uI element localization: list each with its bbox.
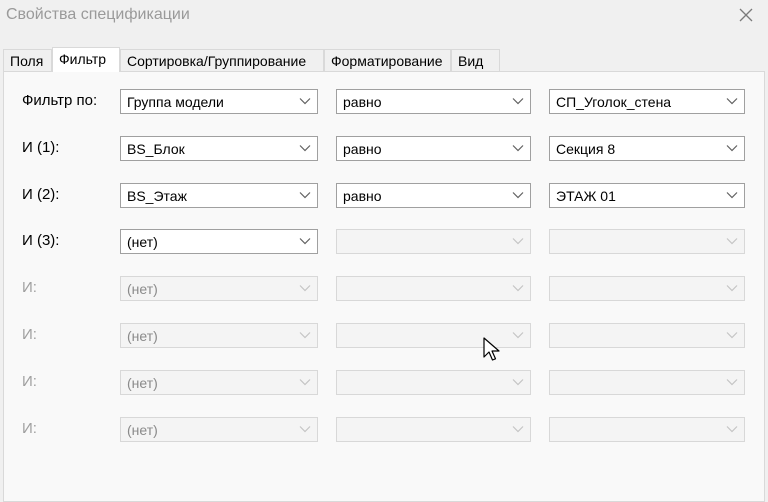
field-combo-value: (нет): [127, 281, 158, 297]
chevron-down-icon: [512, 238, 524, 245]
chevron-down-icon: [299, 285, 311, 292]
field-combo-value: BS_Этаж: [127, 188, 187, 204]
field-combo[interactable]: BS_Блок: [120, 136, 318, 161]
title-bar: Свойства спецификации: [0, 0, 768, 32]
filter-row-label: Фильтр по:: [22, 92, 98, 109]
chevron-down-icon: [726, 379, 738, 386]
operator-combo: [336, 229, 531, 254]
chevron-down-icon: [299, 238, 311, 245]
chevron-down-icon: [299, 379, 311, 386]
close-icon: [739, 8, 753, 22]
tab-label: Поля: [10, 53, 44, 69]
filter-row-label: И:: [22, 326, 37, 343]
value-combo[interactable]: Секция 8: [549, 136, 745, 161]
close-button[interactable]: [728, 0, 764, 30]
chevron-down-icon: [512, 379, 524, 386]
chevron-down-icon: [299, 332, 311, 339]
value-combo-value: СП_Уголок_стена: [556, 94, 672, 110]
value-combo[interactable]: СП_Уголок_стена: [549, 89, 745, 114]
chevron-down-icon: [512, 98, 524, 105]
operator-combo: [336, 323, 531, 348]
value-combo: [549, 229, 745, 254]
chevron-down-icon: [726, 98, 738, 105]
tab-strip: Поля Фильтр Сортировка/Группирование Фор…: [3, 47, 765, 72]
field-combo[interactable]: Группа модели: [120, 89, 318, 114]
tab-sorting-grouping[interactable]: Сортировка/Группирование: [120, 49, 324, 71]
value-combo-value: ЭТАЖ 01: [556, 188, 616, 204]
chevron-down-icon: [299, 98, 311, 105]
tab-label: Форматирование: [331, 53, 443, 69]
window-title: Свойства спецификации: [6, 6, 190, 23]
value-combo-value: Секция 8: [556, 141, 616, 157]
filter-row-label: И:: [22, 420, 37, 437]
tab-fields[interactable]: Поля: [3, 49, 52, 71]
chevron-down-icon: [726, 145, 738, 152]
chevron-down-icon: [726, 238, 738, 245]
mouse-cursor-icon: [483, 337, 500, 361]
operator-combo-value: равно: [343, 188, 382, 204]
operator-combo[interactable]: равно: [336, 136, 531, 161]
chevron-down-icon: [726, 192, 738, 199]
operator-combo-value: равно: [343, 141, 382, 157]
tab-label: Сортировка/Группирование: [127, 53, 307, 69]
chevron-down-icon: [512, 426, 524, 433]
filter-row-label: И:: [22, 373, 37, 390]
field-combo: (нет): [120, 370, 318, 395]
field-combo[interactable]: (нет): [120, 229, 318, 254]
chevron-down-icon: [726, 285, 738, 292]
chevron-down-icon: [726, 426, 738, 433]
filter-row-label: И (2):: [22, 186, 60, 203]
field-combo: (нет): [120, 276, 318, 301]
field-combo-value: (нет): [127, 422, 158, 438]
field-combo: (нет): [120, 417, 318, 442]
field-combo-value: (нет): [127, 234, 158, 250]
tab-view[interactable]: Вид: [451, 49, 500, 71]
operator-combo: [336, 276, 531, 301]
field-combo: (нет): [120, 323, 318, 348]
value-combo: [549, 323, 745, 348]
chevron-down-icon: [512, 332, 524, 339]
value-combo: [549, 370, 745, 395]
field-combo-value: (нет): [127, 375, 158, 391]
field-combo-value: Группа модели: [127, 94, 224, 110]
chevron-down-icon: [299, 426, 311, 433]
field-combo[interactable]: BS_Этаж: [120, 183, 318, 208]
operator-combo-value: равно: [343, 94, 382, 110]
filter-row-label: И (3):: [22, 232, 60, 249]
chevron-down-icon: [512, 192, 524, 199]
chevron-down-icon: [299, 145, 311, 152]
operator-combo[interactable]: равно: [336, 89, 531, 114]
field-combo-value: (нет): [127, 328, 158, 344]
chevron-down-icon: [299, 192, 311, 199]
operator-combo: [336, 370, 531, 395]
tab-formatting[interactable]: Форматирование: [324, 49, 451, 71]
tab-label: Фильтр: [59, 51, 107, 67]
value-combo[interactable]: ЭТАЖ 01: [549, 183, 745, 208]
operator-combo[interactable]: равно: [336, 183, 531, 208]
filter-row-label: И:: [22, 279, 37, 296]
operator-combo: [336, 417, 531, 442]
value-combo: [549, 417, 745, 442]
tab-label: Вид: [458, 53, 484, 69]
value-combo: [549, 276, 745, 301]
tab-filter[interactable]: Фильтр: [52, 47, 120, 72]
chevron-down-icon: [512, 285, 524, 292]
chevron-down-icon: [512, 145, 524, 152]
filter-row-label: И (1):: [22, 139, 60, 156]
chevron-down-icon: [726, 332, 738, 339]
field-combo-value: BS_Блок: [127, 141, 185, 157]
